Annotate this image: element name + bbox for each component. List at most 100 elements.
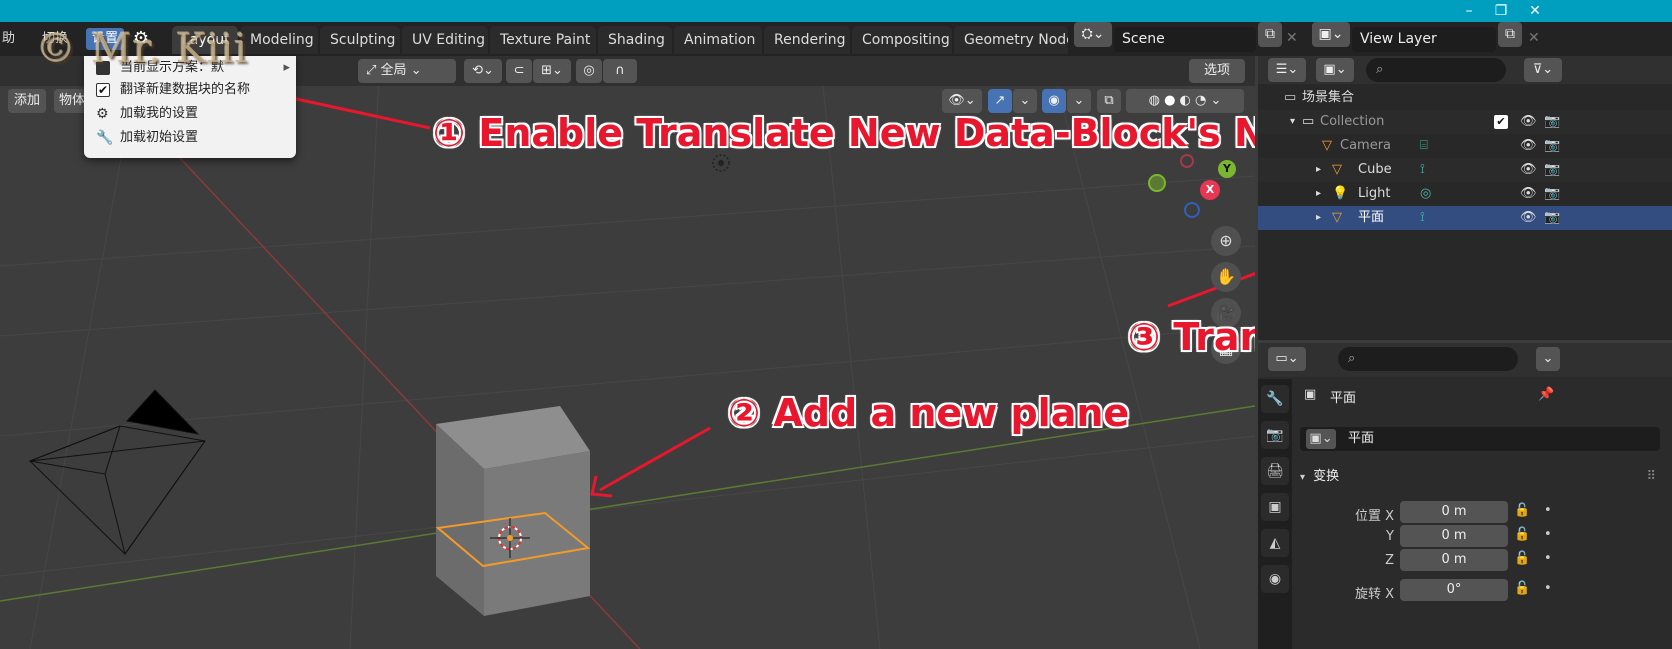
delete-view-layer-icon[interactable]: ✕	[1528, 30, 1540, 46]
render-tab-icon[interactable]: 📷	[1261, 421, 1289, 449]
view-layer-field[interactable]: View Layer	[1352, 27, 1496, 52]
render-camera-icon[interactable]: 📷	[1544, 158, 1560, 182]
scene-tab-icon[interactable]: ◭	[1261, 529, 1289, 557]
outliner-row-light[interactable]: ▸ 💡 Light ◎ 👁 📷	[1258, 182, 1672, 206]
location-z-field[interactable]: 0 m	[1400, 549, 1508, 571]
tab-sculpting[interactable]: Sculpting	[320, 26, 400, 54]
restore-icon[interactable]: ❐	[1486, 2, 1516, 20]
eye-icon[interactable]: 👁	[1520, 158, 1537, 182]
minimize-icon[interactable]: –	[1454, 2, 1484, 20]
collection-checkbox[interactable]: ✔	[1494, 115, 1508, 129]
pan-hand-icon[interactable]: ✋	[1211, 262, 1241, 292]
zoom-icon[interactable]: ⊕	[1211, 226, 1241, 256]
proportional-edit-icon[interactable]: ◎	[576, 59, 602, 83]
menu-item-translate-names[interactable]: ✔ 翻译新建数据块的名称	[84, 78, 296, 102]
keyframe-dot-icon[interactable]: •	[1544, 527, 1552, 542]
options-button[interactable]: 选项	[1189, 59, 1245, 83]
tab-uv-editing[interactable]: UV Editing	[402, 26, 488, 54]
outliner-row-cube[interactable]: ▸ ▽ Cube ⟟ 👁 📷	[1258, 158, 1672, 182]
keyframe-dot-icon[interactable]: •	[1544, 581, 1552, 596]
close-window-icon[interactable]: ✕	[1520, 2, 1550, 20]
menu-item-load-my-settings[interactable]: ⚙ 加载我的设置	[84, 102, 296, 126]
outliner-collection[interactable]: ▾ ▭ Collection ✔ 👁 📷	[1258, 110, 1672, 134]
render-camera-icon[interactable]: 📷	[1544, 206, 1560, 230]
tool-tab-icon[interactable]: 🔧	[1261, 385, 1289, 413]
gizmo-dropdown-icon[interactable]: ⌄	[1013, 89, 1037, 113]
outliner-row-camera[interactable]: ▽ Camera ⌸ 👁 📷	[1258, 134, 1672, 158]
lock-icon[interactable]: 🔓	[1514, 551, 1530, 566]
scene-field[interactable]: Scene	[1114, 27, 1256, 52]
overlays-icon[interactable]: ◉	[1042, 89, 1066, 113]
copy-view-layer-icon[interactable]: ⧉	[1498, 22, 1522, 47]
eye-icon[interactable]: 👁	[1520, 206, 1537, 230]
render-camera-icon[interactable]: 📷	[1544, 110, 1560, 134]
scene-browse-icon[interactable]: ⛭⌄	[1074, 22, 1112, 47]
snap-icon[interactable]: ⊂	[506, 59, 532, 83]
tab-rendering[interactable]: Rendering	[764, 26, 850, 54]
transform-panel-header[interactable]: ▾ 变换 ⠿	[1300, 465, 1664, 489]
tab-animation[interactable]: Animation	[674, 26, 762, 54]
pin-icon[interactable]: 📌	[1538, 387, 1554, 402]
lock-icon[interactable]: 🔓	[1514, 527, 1530, 542]
keyframe-dot-icon[interactable]: •	[1544, 551, 1552, 566]
object-data-icon[interactable]: ▣⌄	[1306, 429, 1336, 449]
output-tab-icon[interactable]: 🖨	[1261, 457, 1289, 485]
render-camera-icon[interactable]: 📷	[1544, 134, 1560, 158]
display-mode-icon[interactable]: ☰⌄	[1268, 58, 1306, 82]
menu-help[interactable]: 助	[0, 28, 21, 50]
world-tab-icon[interactable]: ◉	[1261, 565, 1289, 593]
eye-icon[interactable]: 👁	[1520, 110, 1537, 134]
add-menu[interactable]: 添加	[8, 89, 46, 113]
view-layer-tab-icon[interactable]: ▣	[1261, 493, 1289, 521]
expand-arrow-icon[interactable]: ▾	[1290, 110, 1295, 134]
translate-checkbox[interactable]: ✔	[96, 83, 110, 97]
material-icon[interactable]: ◐	[1180, 93, 1191, 108]
properties-search-input[interactable]: ⌕	[1338, 347, 1518, 371]
view-layer-browse-icon[interactable]: ▣⌄	[1312, 22, 1350, 47]
transform-orientation-dropdown[interactable]: ⤢ 全局 ⌄	[358, 59, 456, 83]
object-name-field[interactable]: ▣⌄ 平面	[1300, 427, 1660, 451]
options-dropdown-icon[interactable]: ⌄	[1536, 347, 1560, 371]
render-camera-icon[interactable]: 📷	[1544, 182, 1560, 206]
expand-arrow-icon[interactable]: ▸	[1316, 206, 1321, 230]
delete-scene-icon[interactable]: ✕	[1286, 30, 1298, 46]
gizmo-neg-z[interactable]	[1180, 154, 1194, 168]
eye-icon[interactable]: 👁	[1520, 134, 1537, 158]
outliner-scene-collection[interactable]: ▭ 场景集合	[1258, 86, 1672, 110]
outliner-search-input[interactable]: ⌕	[1366, 58, 1506, 82]
solid-icon[interactable]: ●	[1164, 93, 1175, 108]
outliner-row-plane[interactable]: ▸ ▽ 平面 ⟟ 👁 📷	[1258, 206, 1672, 230]
wireframe-icon[interactable]: ◍	[1149, 93, 1160, 108]
copy-scene-icon[interactable]: ⧉	[1258, 22, 1282, 47]
rotation-x-field[interactable]: 0°	[1400, 579, 1508, 601]
snap-target-icon[interactable]: ⊞⌄	[533, 59, 571, 83]
gizmo-icon[interactable]: ↗	[988, 89, 1012, 113]
expand-arrow-icon[interactable]: ▸	[1316, 182, 1321, 206]
gizmo-z-axis[interactable]	[1184, 202, 1200, 218]
overlays-dropdown-icon[interactable]: ⌄	[1067, 89, 1091, 113]
eye-icon[interactable]: 👁	[1520, 182, 1537, 206]
editor-type-icon[interactable]: ▭⌄	[1268, 347, 1306, 371]
keyframe-dot-icon[interactable]: •	[1544, 503, 1552, 518]
gizmo-neg-y[interactable]	[1148, 174, 1166, 192]
drag-handle-icon[interactable]: ⠿	[1646, 465, 1656, 489]
tab-shading[interactable]: Shading	[598, 26, 672, 54]
tab-geometry-nodes[interactable]: Geometry Nodes	[954, 26, 1068, 54]
gizmo-x-axis[interactable]: X	[1200, 180, 1220, 200]
visibility-icon[interactable]: 👁⌄	[942, 89, 982, 113]
rendered-icon[interactable]: ◔	[1195, 93, 1206, 108]
location-x-field[interactable]: 0 m	[1400, 501, 1508, 523]
lock-icon[interactable]: 🔓	[1514, 503, 1530, 518]
xray-icon[interactable]: ⧉	[1097, 89, 1121, 113]
location-y-field[interactable]: 0 m	[1400, 525, 1508, 547]
tab-compositing[interactable]: Compositing	[852, 26, 952, 54]
lock-icon[interactable]: 🔓	[1514, 581, 1530, 596]
shading-modes[interactable]: ◍ ● ◐ ◔ ⌄	[1126, 89, 1244, 113]
tab-modeling[interactable]: Modeling	[240, 26, 318, 54]
expand-arrow-icon[interactable]: ▸	[1316, 158, 1321, 182]
falloff-icon[interactable]: ∩	[603, 59, 637, 83]
menu-item-load-initial[interactable]: 🔧 加载初始设置	[84, 126, 296, 150]
tab-texture-paint[interactable]: Texture Paint	[490, 26, 596, 54]
filter-icon[interactable]: ⊽⌄	[1524, 58, 1562, 82]
pivot-point-icon[interactable]: ⟲⌄	[464, 59, 502, 83]
